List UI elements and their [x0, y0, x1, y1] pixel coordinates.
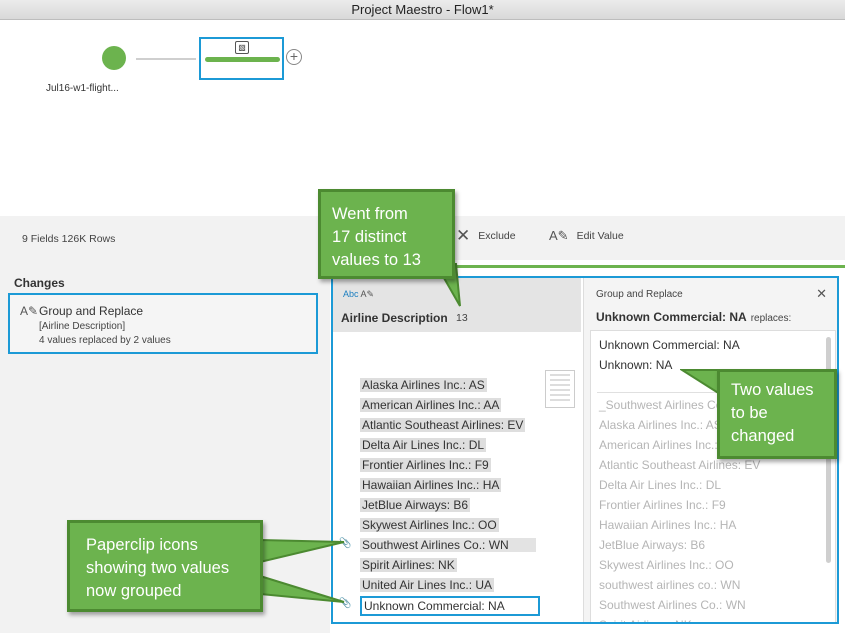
clean-step-node[interactable]: ▧ [199, 37, 284, 80]
edit-value-icon: A✎ [549, 228, 569, 243]
value-row[interactable]: Skywest Airlines Inc.: OO [333, 515, 581, 535]
callout-pointer [680, 369, 721, 396]
value-list: Alaska Airlines Inc.: AS American Airline… [333, 375, 581, 616]
group-selected-value: Unknown Commercial: NA [596, 310, 747, 324]
value-label: Spirit Airlines: NK [360, 558, 457, 572]
value-label: United Air Lines Inc.: UA [360, 578, 495, 592]
callout-two-values: Two values to be changed [717, 369, 837, 459]
ungrouped-value[interactable]: southwest airlines co.: WN [599, 578, 740, 592]
callout-paperclip: Paperclip icons showing two values now g… [67, 520, 263, 612]
value-row[interactable]: American Airlines Inc.: AA [333, 395, 581, 415]
distinct-count: 13 [456, 312, 468, 324]
value-row[interactable]: United Air Lines Inc.: UA [333, 575, 581, 595]
value-row[interactable]: Alaska Airlines Inc.: AS [333, 375, 581, 395]
string-type-icon: Abc A✎ [343, 289, 375, 299]
ungrouped-value[interactable]: Hawaiian Airlines Inc.: HA [599, 518, 736, 532]
callout-line: now grouped [86, 582, 182, 600]
exclude-button[interactable]: ✕ Exclude [456, 226, 516, 245]
input-node[interactable] [102, 46, 126, 70]
ungrouped-value[interactable]: Atlantic Southeast Airlines: EV [599, 458, 760, 472]
close-icon[interactable]: ✕ [816, 286, 827, 302]
callout-line: to be [731, 404, 768, 422]
callout-pointer [259, 538, 345, 603]
value-label: Delta Air Lines Inc.: DL [360, 438, 487, 452]
edit-value-label: Edit Value [576, 230, 624, 242]
column-values: Alaska Airlines Inc.: AS American Airline… [333, 332, 581, 622]
callout-line: Went from [332, 205, 408, 223]
change-title: Group and Replace [39, 304, 144, 318]
window-title: Project Maestro - Flow1* [0, 0, 845, 20]
value-row[interactable]: Atlantic Southeast Airlines: EV [333, 415, 581, 435]
value-label: American Airlines Inc.: AA [360, 398, 502, 412]
replaces-label: replaces: [750, 313, 792, 324]
ungrouped-value[interactable]: Spirit Airlines: NK [599, 618, 692, 622]
fields-rows-count: 9 Fields 126K Rows [22, 233, 116, 245]
callout-line: 17 distinct [332, 228, 407, 246]
change-field: [Airline Description] [39, 321, 126, 332]
value-row[interactable]: 📎 Unknown Commercial: NA [333, 595, 581, 616]
input-node-label: Jul16-w1-flight... [46, 83, 119, 94]
edit-value-button[interactable]: A✎ Edit Value [549, 229, 624, 243]
callout-line: Two values [731, 381, 814, 399]
callout-distinct-values: Went from 17 distinct values to 13 [318, 189, 455, 279]
ungrouped-value[interactable]: American Airlines Inc.: AA [599, 438, 736, 452]
ungrouped-value[interactable]: JetBlue Airways: B6 [599, 538, 705, 552]
value-label: Frontier Airlines Inc.: F9 [360, 458, 491, 472]
ungrouped-value[interactable]: Southwest Airlines Co.: WN [599, 598, 746, 612]
callout-line: showing two values [86, 559, 230, 577]
callout-line: changed [731, 427, 795, 445]
grouped-value[interactable]: Unknown Commercial: NA [599, 338, 740, 352]
x-icon: ✕ [456, 226, 471, 245]
value-row[interactable]: JetBlue Airways: B6 [333, 495, 581, 515]
grouped-value[interactable]: Unknown: NA [599, 358, 672, 372]
value-row[interactable]: Frontier Airlines Inc.: F9 [333, 455, 581, 475]
value-row[interactable]: 📎 Southwest Airlines Co.: WN [333, 535, 581, 555]
group-replace-icon: A✎ [20, 304, 39, 318]
group-heading: Unknown Commercial: NA replaces: [596, 310, 791, 324]
callout-line: values to 13 [332, 251, 421, 269]
selection-indicator-line [456, 265, 845, 268]
basket-icon: ▧ [235, 41, 249, 54]
value-label: Southwest Airlines Co.: WN [360, 538, 536, 552]
value-row[interactable]: Delta Air Lines Inc.: DL [333, 435, 581, 455]
value-label: Alaska Airlines Inc.: AS [360, 378, 487, 392]
group-replace-title: Group and Replace [596, 289, 683, 300]
ungrouped-value[interactable]: Frontier Airlines Inc.: F9 [599, 498, 726, 512]
step-progress-bar [205, 57, 280, 62]
value-label: JetBlue Airways: B6 [360, 498, 471, 512]
type-label: Abc [343, 289, 359, 299]
callout-line: Paperclip icons [86, 536, 198, 554]
change-summary: 4 values replaced by 2 values [39, 335, 171, 346]
ungrouped-value[interactable]: Delta Air Lines Inc.: DL [599, 478, 721, 492]
value-label: Unknown Commercial: NA [360, 596, 540, 616]
exclude-label: Exclude [478, 230, 516, 242]
flow-canvas: Jul16-w1-flight... ▧ + [0, 21, 845, 216]
value-label: Hawaiian Airlines Inc.: HA [360, 478, 502, 492]
changes-title: Changes [14, 276, 65, 290]
value-row[interactable]: Spirit Airlines: NK [333, 555, 581, 575]
ungrouped-value[interactable]: Alaska Airlines Inc.: AS [599, 418, 722, 432]
flow-connector [136, 58, 196, 60]
value-label: Skywest Airlines Inc.: OO [360, 518, 499, 532]
change-item[interactable]: A✎ Group and Replace [Airline Descriptio… [8, 293, 318, 354]
column-name: Airline Description [341, 311, 448, 325]
plus-circle-icon[interactable]: + [286, 49, 302, 65]
ungrouped-value[interactable]: Skywest Airlines Inc.: OO [599, 558, 734, 572]
value-label: Atlantic Southeast Airlines: EV [360, 418, 526, 432]
value-row[interactable]: Hawaiian Airlines Inc.: HA [333, 475, 581, 495]
